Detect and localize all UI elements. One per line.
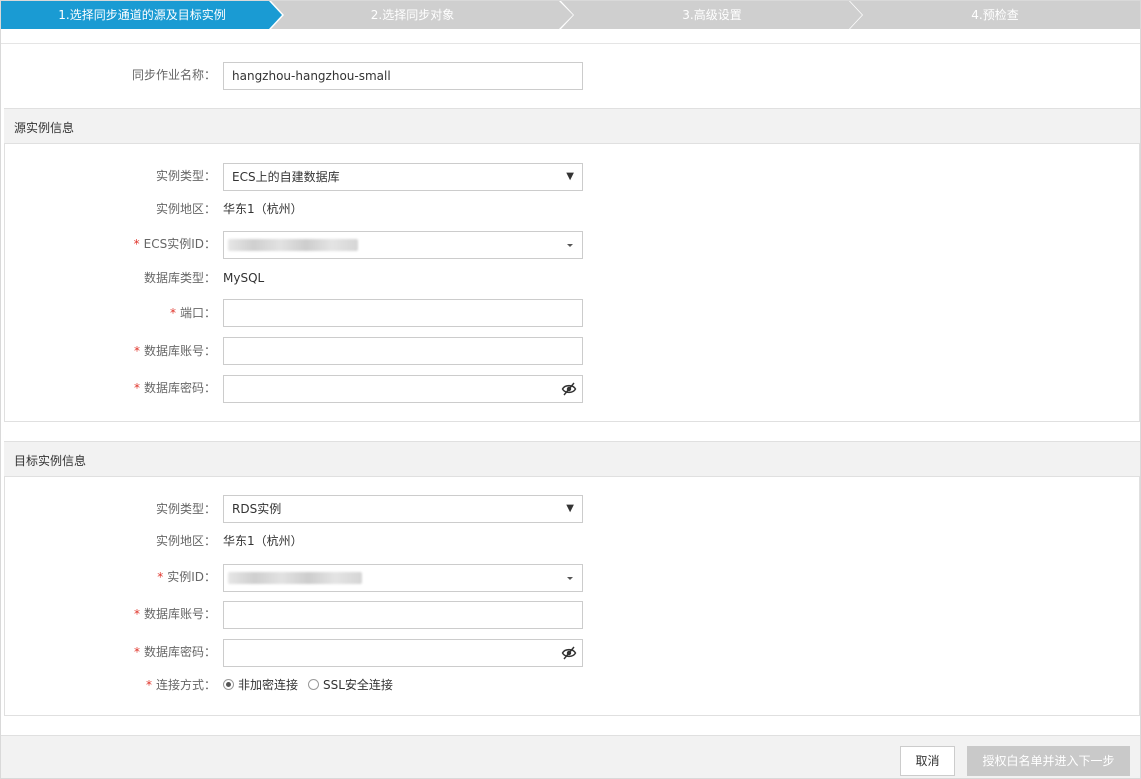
caret-down-icon [567,577,573,580]
step-3-label: 3.高级设置 [682,8,742,22]
target-password-label: 数据库密码： [143,645,216,659]
step-1[interactable]: 1.选择同步通道的源及目标实例 [1,1,283,29]
required-mark: * [145,678,152,692]
cancel-button[interactable]: 取消 [900,746,955,776]
required-mark: * [133,381,140,395]
target-instance-id-label-row: * 实例ID： [60,569,216,585]
job-name-label: 同步作业名称： [131,68,216,82]
target-account-label-row: * 数据库账号： [60,606,216,622]
step-2[interactable]: 2.选择同步对象 [271,1,574,29]
target-region-value: 华东1（杭州） [223,534,303,548]
source-region-label: 实例地区： [155,202,216,216]
required-mark: * [133,645,140,659]
redacted-ecs-id [228,239,358,251]
source-port-input[interactable] [223,299,583,327]
source-account-label: 数据库账号： [143,344,216,358]
source-port-label: 端口： [179,306,216,320]
eye-off-icon[interactable] [561,381,577,397]
source-password-label: 数据库密码： [143,381,216,395]
divider [1,43,1140,44]
step-4[interactable]: 4.预检查 [850,1,1140,29]
radio-ssl[interactable] [308,679,319,690]
job-name-input[interactable]: hangzhou-hangzhou-small [223,62,583,90]
target-instance-type-select[interactable]: RDS实例 ▼ [223,495,583,523]
required-mark: * [133,237,140,251]
required-mark: * [157,570,164,584]
source-instance-type-value: ECS上的自建数据库 [232,170,340,184]
radio-ssl-label[interactable]: SSL安全连接 [323,677,393,693]
redacted-instance-id [228,572,362,584]
source-instance-type-select[interactable]: ECS上的自建数据库 ▼ [223,163,583,191]
source-account-input[interactable] [223,337,583,365]
source-ecs-id-label-row: * ECS实例ID： [60,236,216,252]
required-mark: * [169,306,176,320]
source-password-input[interactable] [223,375,583,403]
target-instance-type-value: RDS实例 [232,502,282,516]
source-section-title: 源实例信息 [14,121,75,135]
source-region-value: 华东1（杭州） [223,202,303,216]
target-account-label: 数据库账号： [143,607,216,621]
source-instance-type-label: 实例类型： [155,169,216,183]
dropdown-arrow-icon: ▼ [566,503,574,514]
source-section-header: 源实例信息 [4,108,1140,144]
target-instance-id-label: 实例ID： [167,570,216,584]
source-db-type-label: 数据库类型： [143,271,216,285]
source-account-label-row: * 数据库账号： [60,343,216,359]
step-3[interactable]: 3.高级设置 [561,1,863,29]
step-4-label: 4.预检查 [971,8,1019,22]
required-mark: * [133,344,140,358]
eye-off-icon[interactable] [561,645,577,661]
target-connection-label-row: * 连接方式： [60,677,216,693]
radio-non-encrypted[interactable] [223,679,234,690]
required-mark: * [133,607,140,621]
source-ecs-id-select[interactable] [223,231,583,259]
target-instance-type-label: 实例类型： [155,502,216,516]
target-instance-id-select[interactable] [223,564,583,592]
target-account-input[interactable] [223,601,583,629]
radio-non-encrypted-label[interactable]: 非加密连接 [238,677,298,693]
target-password-label-row: * 数据库密码： [60,644,216,660]
wizard-steps: 1.选择同步通道的源及目标实例 2.选择同步对象 3.高级设置 4.预检查 [1,1,1140,29]
authorize-and-next-button[interactable]: 授权白名单并进入下一步 [967,746,1130,776]
target-section-title: 目标实例信息 [14,454,87,468]
source-password-label-row: * 数据库密码： [60,380,216,396]
source-db-type-value: MySQL [223,271,265,285]
target-section-header: 目标实例信息 [4,441,1140,477]
step-2-label: 2.选择同步对象 [370,8,455,22]
target-password-input[interactable] [223,639,583,667]
source-port-label-row: * 端口： [60,305,216,321]
dropdown-arrow-icon: ▼ [566,171,574,182]
step-1-label: 1.选择同步通道的源及目标实例 [58,8,226,22]
target-connection-label: 连接方式： [155,678,216,692]
source-ecs-id-label: ECS实例ID： [143,237,216,251]
target-region-label: 实例地区： [155,534,216,548]
caret-down-icon [567,244,573,247]
